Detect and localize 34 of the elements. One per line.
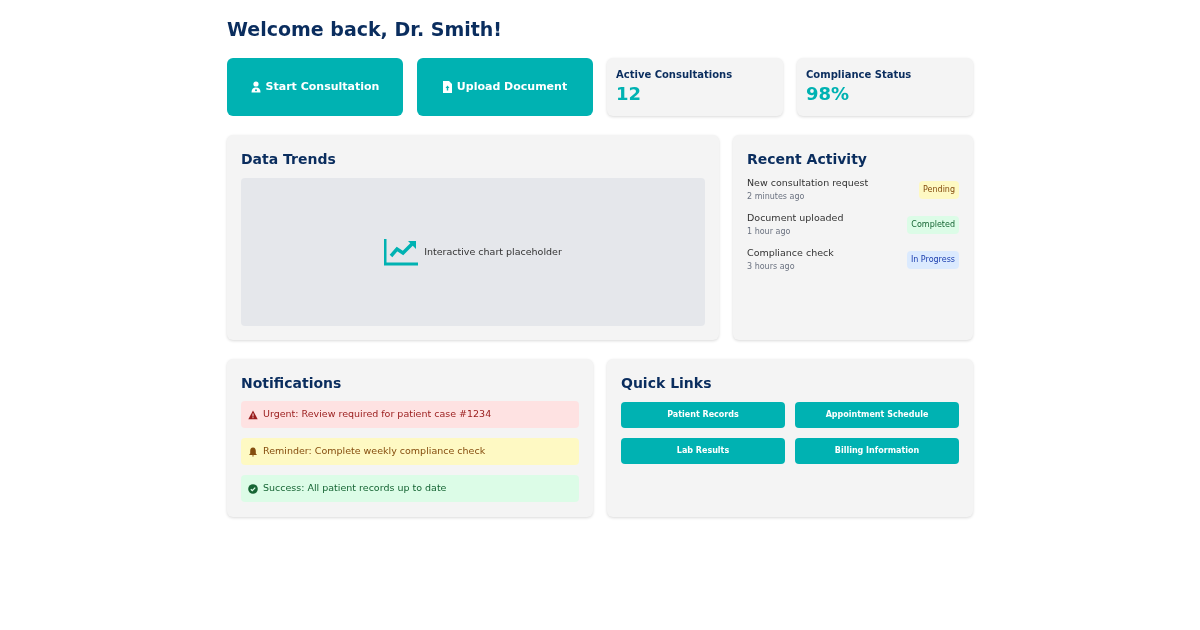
status-badge: Completed <box>907 216 959 234</box>
card-title: Data Trends <box>241 150 337 168</box>
quick-link-button[interactable]: Lab Results <box>621 438 785 464</box>
activity-time: 1 hour ago <box>747 226 792 238</box>
chart-line-icon <box>384 238 420 266</box>
quick-link-button[interactable]: Appointment Schedule <box>795 402 959 428</box>
stat-label: Active Consultations <box>616 68 734 81</box>
warning-icon <box>248 409 258 420</box>
page-title: Welcome back, Dr. Smith! <box>227 17 503 41</box>
doctor-icon <box>250 81 261 93</box>
notification-text: Urgent: Review required for patient case #1234 <box>263 407 492 422</box>
stat-label: Compliance Status <box>806 68 913 81</box>
action-button[interactable]: Start Consultation <box>227 58 403 116</box>
quick-link-button[interactable]: Patient Records <box>621 402 785 428</box>
quick-link-button[interactable]: Billing Information <box>795 438 959 464</box>
check-circle-icon <box>248 483 258 494</box>
activity-text: New consultation request <box>747 176 869 190</box>
notification-text: Reminder: Complete weekly compliance check <box>263 444 486 459</box>
bell-icon <box>248 446 258 457</box>
card-title: Recent Activity <box>747 150 868 168</box>
activity-time: 2 minutes ago <box>747 191 806 203</box>
stat-value: 98% <box>806 83 851 105</box>
card-title: Quick Links <box>621 374 713 392</box>
file-upload-icon <box>442 81 452 93</box>
stat-value: 12 <box>616 83 643 105</box>
placeholder-text: Interactive chart placeholder <box>424 245 562 260</box>
action-button[interactable]: Upload Document <box>417 58 593 116</box>
activity-time: 3 hours ago <box>747 261 796 273</box>
status-badge: In Progress <box>906 251 959 269</box>
card-title: Notifications <box>241 374 343 392</box>
status-badge: Pending <box>919 181 959 199</box>
notification-text: Success: All patient records up to date <box>263 481 447 496</box>
activity-text: Compliance check <box>747 246 834 260</box>
activity-text: Document uploaded <box>747 211 844 225</box>
